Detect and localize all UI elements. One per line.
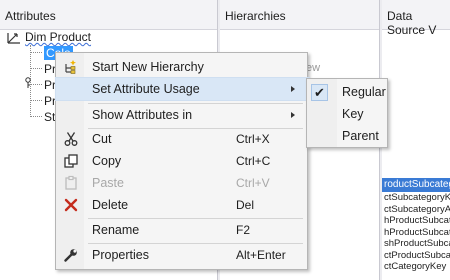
menu-item-shortcut: Del [236, 198, 255, 212]
wrench-icon [63, 247, 79, 263]
menu-item-set-attribute-usage[interactable]: Set Attribute Usage [55, 77, 310, 101]
menu-item-cut[interactable]: Cut Ctrl+X [56, 128, 309, 150]
menu-item-label: Show Attributes in [92, 108, 193, 122]
tree-item[interactable]: St [30, 109, 55, 124]
dsv-column-row[interactable]: hProductSubcate [382, 227, 450, 239]
dsv-column-row[interactable]: ctSubcategoryA [382, 204, 450, 216]
menu-item-label: Properties [92, 248, 149, 262]
tree-root-label: Dim Product [25, 30, 92, 44]
menu-item-shortcut: Ctrl+V [236, 176, 270, 190]
menu-item-start-new-hierarchy[interactable]: Start New Hierarchy [56, 56, 309, 78]
dsv-table-product-subcategory[interactable]: roductSubcategor ctSubcategoryKe ctSubca… [382, 178, 450, 273]
attribute-usage-submenu: ✔ Regular Key Parent [306, 78, 388, 148]
attributes-pane-header: Attributes [0, 0, 217, 30]
submenu-arrow-icon [291, 112, 295, 118]
menu-item-shortcut: Alt+Enter [236, 248, 286, 262]
key-icon [25, 77, 31, 88]
dsv-column-row[interactable]: ctCategoryKey [382, 261, 450, 273]
menu-item-label: Paste [92, 176, 124, 190]
hierarchies-pane-header: Hierarchies [220, 0, 379, 30]
scissors-icon [63, 131, 79, 147]
dsv-pane-title: Data Source V [387, 9, 437, 37]
dsv-column-row[interactable]: ctSubcategoryKe [382, 192, 450, 204]
new-hierarchy-icon [63, 59, 79, 75]
submenu-item-label: Parent [342, 129, 379, 143]
dsv-table-title: roductSubcategor [382, 178, 450, 192]
menu-item-label: Start New Hierarchy [92, 60, 204, 74]
checkmark-icon: ✔ [311, 84, 328, 101]
dsv-column-row[interactable]: shProductSubcate [382, 238, 450, 250]
attributes-pane-title: Attributes [5, 9, 56, 23]
tree-item-label: St [44, 109, 56, 124]
menu-item-show-attributes-in[interactable]: Show Attributes in [56, 104, 309, 126]
context-menu: Start New Hierarchy Set Attribute Usage … [55, 52, 310, 270]
menu-item-label: Rename [92, 223, 140, 237]
menu-item-paste[interactable]: Paste Ctrl+V [56, 172, 309, 194]
paste-icon [63, 175, 79, 191]
submenu-item-parent[interactable]: Parent [307, 125, 389, 147]
menu-item-label: Cut [92, 132, 112, 146]
submenu-item-regular[interactable]: ✔ Regular [307, 81, 389, 103]
menu-item-shortcut: Ctrl+C [236, 154, 271, 168]
copy-icon [63, 153, 79, 169]
delete-x-icon [63, 197, 79, 213]
submenu-item-label: Regular [342, 85, 386, 99]
hierarchies-pane-title: Hierarchies [225, 9, 286, 23]
dsv-column-row[interactable]: ctProductSubcate [382, 250, 450, 262]
tree-root-dim-product[interactable]: Dim Product [6, 29, 91, 45]
menu-item-shortcut: F2 [236, 223, 251, 237]
menu-item-label: Set Attribute Usage [92, 82, 200, 96]
tree-item[interactable]: Pr [30, 93, 56, 108]
submenu-item-label: Key [342, 107, 364, 121]
menu-item-label: Copy [92, 154, 122, 168]
tree-item[interactable]: Pr [30, 61, 56, 76]
menu-item-copy[interactable]: Copy Ctrl+C [56, 150, 309, 172]
dimension-icon [7, 33, 20, 44]
submenu-item-key[interactable]: Key [307, 103, 389, 125]
dsv-column-row[interactable]: hProductSubcate [382, 215, 450, 227]
tree-item[interactable]: Pr [30, 77, 56, 92]
submenu-arrow-icon [291, 86, 295, 92]
menu-item-delete[interactable]: Delete Del [56, 194, 309, 216]
menu-item-rename[interactable]: Rename F2 [56, 219, 309, 241]
menu-item-properties[interactable]: Properties Alt+Enter [56, 244, 309, 266]
menu-item-label: Delete [92, 198, 129, 212]
menu-item-shortcut: Ctrl+X [236, 132, 270, 146]
dsv-pane-header: Data Source V [382, 0, 450, 37]
